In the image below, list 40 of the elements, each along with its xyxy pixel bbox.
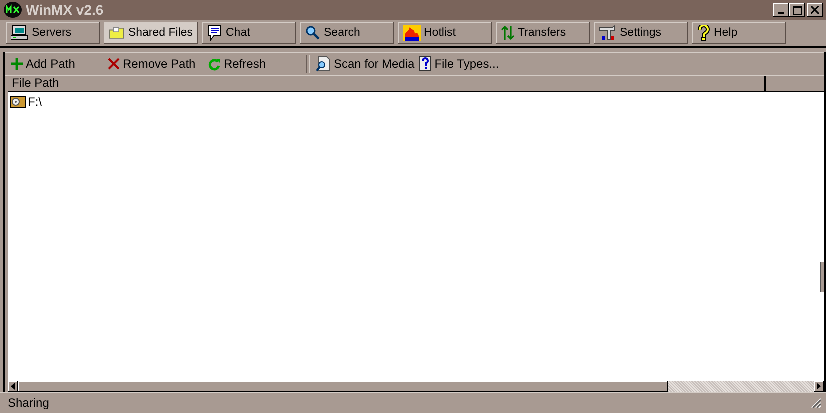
maximize-icon bbox=[792, 6, 802, 14]
tab[interactable]: Hotlist bbox=[398, 22, 492, 44]
question-document-icon bbox=[418, 56, 432, 72]
status-text: Sharing bbox=[8, 396, 50, 410]
right-arrow-icon bbox=[817, 383, 821, 390]
toolbar-button[interactable]: Refresh bbox=[206, 57, 302, 71]
logo-icon bbox=[4, 2, 22, 18]
search-icon bbox=[305, 25, 321, 41]
toolbar-button[interactable]: Remove Path bbox=[106, 57, 206, 71]
up-down-arrows-icon bbox=[501, 25, 515, 41]
toolbar-button[interactable]: File Types... bbox=[416, 56, 502, 72]
close-icon bbox=[811, 6, 819, 14]
toolbar-button[interactable]: Scan for Media bbox=[314, 56, 417, 72]
horizontal-scrollbar[interactable] bbox=[8, 381, 824, 392]
drive-icon bbox=[10, 96, 26, 108]
computer-icon bbox=[11, 25, 29, 41]
maximize-button[interactable] bbox=[789, 3, 805, 17]
window-title: WinMX v2.6 bbox=[26, 2, 104, 18]
file-path-item[interactable]: F:\ bbox=[28, 95, 42, 109]
plus-icon bbox=[11, 58, 23, 70]
document-search-icon bbox=[316, 56, 331, 72]
question-mark-icon bbox=[697, 25, 711, 41]
tab[interactable]: Settings bbox=[594, 22, 688, 44]
tab[interactable]: Help bbox=[692, 22, 786, 44]
tab[interactable]: Chat bbox=[202, 22, 296, 44]
fire-icon bbox=[403, 25, 421, 41]
resize-grip-icon bbox=[811, 398, 822, 408]
tab[interactable]: Shared Files bbox=[104, 22, 198, 44]
toolbar-button[interactable]: Add Path bbox=[9, 57, 106, 71]
tab[interactable]: Transfers bbox=[496, 22, 590, 44]
left-arrow-icon bbox=[11, 383, 15, 390]
speech-bubble-icon bbox=[207, 25, 223, 41]
tab[interactable]: Search bbox=[300, 22, 394, 44]
folder-icon bbox=[109, 25, 126, 41]
scrollbar[interactable] bbox=[820, 262, 824, 292]
tab[interactable]: Servers bbox=[6, 22, 100, 44]
close-button[interactable] bbox=[807, 3, 823, 17]
refresh-icon bbox=[208, 58, 221, 70]
minimize-button[interactable] bbox=[773, 3, 789, 17]
x-icon bbox=[108, 58, 120, 70]
